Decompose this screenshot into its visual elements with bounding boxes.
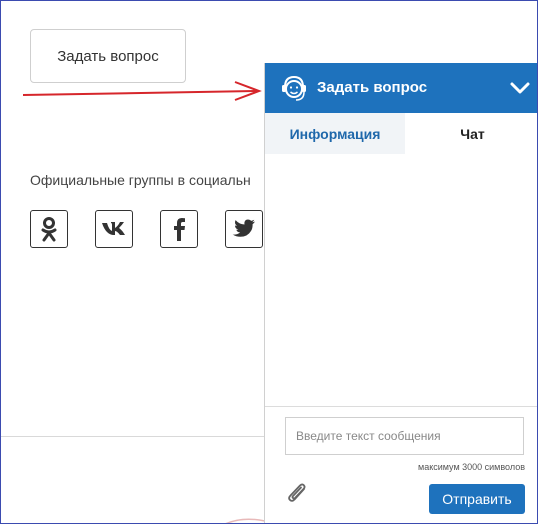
operator-headset-icon — [282, 75, 306, 101]
widget-tabs: Информация Чат — [265, 113, 537, 154]
tab-chat[interactable]: Чат — [405, 113, 537, 154]
facebook-icon[interactable] — [160, 210, 198, 248]
red-arrow — [22, 81, 262, 101]
partial-decoration — [225, 518, 265, 523]
max-length-hint: максимум 3000 символов — [418, 462, 525, 472]
page-frame: Задать вопрос Официальные группы в социа… — [0, 0, 538, 524]
message-input[interactable] — [285, 417, 524, 455]
chat-widget: Задать вопрос Информация Чат максимум 30… — [264, 63, 537, 523]
vk-icon[interactable] — [95, 210, 133, 248]
page-divider — [1, 436, 265, 437]
widget-title: Задать вопрос — [317, 79, 428, 96]
tab-information[interactable]: Информация — [265, 113, 405, 154]
official-groups-text: Официальные группы в социальн — [30, 172, 251, 188]
odnoklassniki-icon[interactable] — [30, 210, 68, 248]
twitter-icon[interactable] — [225, 210, 263, 248]
send-button[interactable]: Отправить — [429, 484, 525, 514]
widget-separator — [265, 406, 537, 407]
ask-question-button[interactable]: Задать вопрос — [30, 29, 186, 83]
chevron-down-icon[interactable] — [509, 79, 531, 97]
widget-header[interactable]: Задать вопрос — [265, 63, 537, 113]
paperclip-icon[interactable] — [285, 481, 309, 507]
twitter-icon-container — [225, 210, 265, 250]
